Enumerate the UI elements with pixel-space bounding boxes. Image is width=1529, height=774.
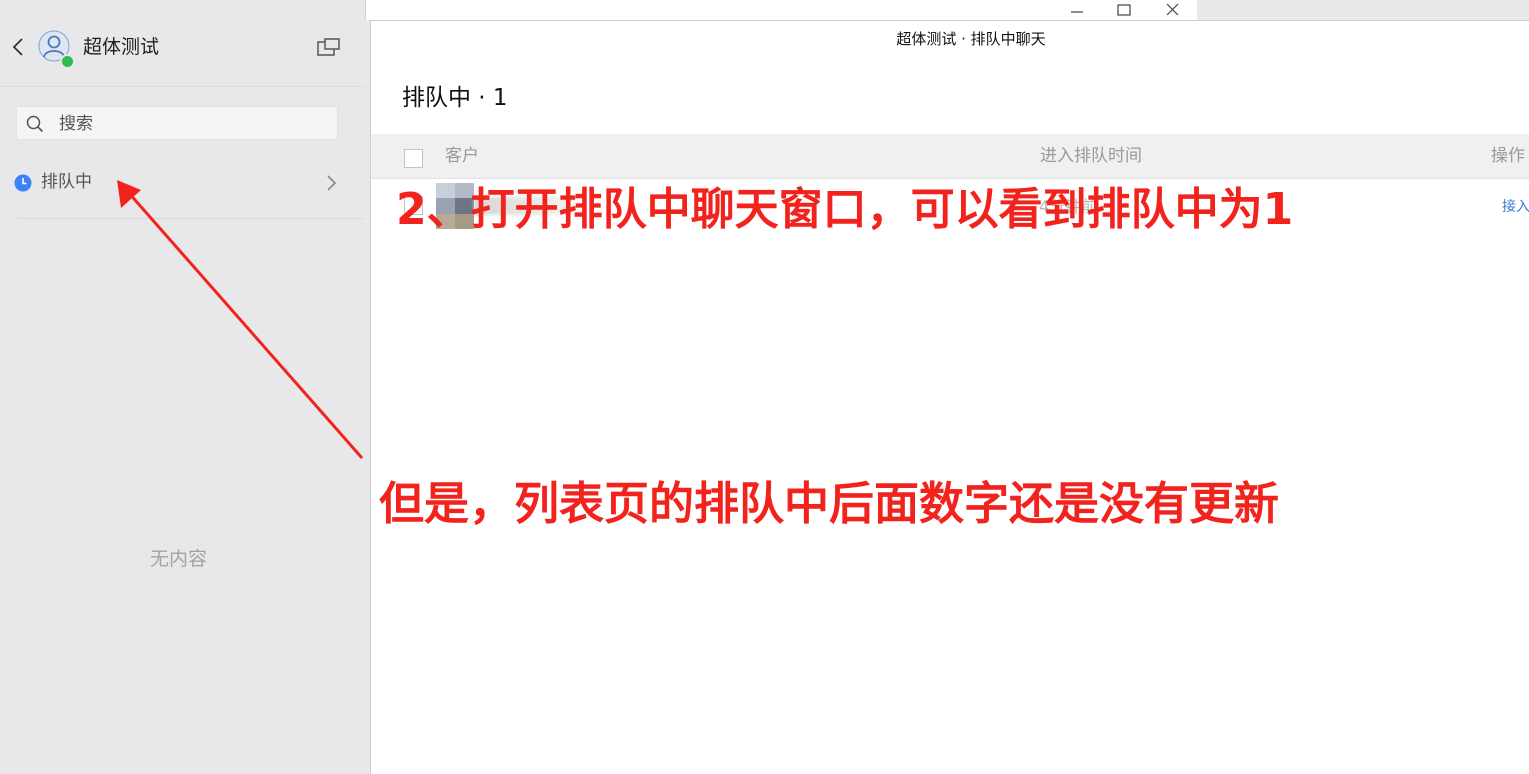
background-area [1197,0,1529,20]
sidebar-title: 超体测试 [83,36,160,58]
column-header-action: 操作 [1491,146,1525,166]
window-title-bar [365,0,1198,20]
search-icon [26,115,44,133]
minimize-icon[interactable] [1067,2,1087,18]
window-title: 超体测试 · 排队中聊天 [896,30,1046,48]
sidebar-item-label: 排队中 [41,172,92,192]
maximize-icon[interactable] [1114,2,1134,18]
table-header: 客户 进入排队时间 操作 [371,134,1529,179]
chevron-right-icon [327,175,337,191]
screen: 超体测试 排队中 无内容 [0,0,1529,774]
back-arrow-icon[interactable] [10,37,26,57]
page-title: 排队中 · 1 [402,85,508,111]
select-all-checkbox[interactable] [404,149,423,168]
queue-chat-window: 超体测试 · 排队中聊天 排队中 · 1 客户 进入排队时间 操作 4分钟前 接… [370,20,1529,774]
empty-state-text: 无内容 [149,548,207,570]
sidebar-item-queue[interactable]: 排队中 [0,162,365,204]
clock-icon [14,174,32,192]
sidebar-header: 超体测试 [0,0,365,87]
search-box[interactable] [16,106,338,140]
accept-button[interactable]: 接入 [1502,198,1529,216]
annotation-text-1: 2、打开排队中聊天窗口，可以看到排队中为1 [396,184,1294,235]
sidebar: 超体测试 排队中 无内容 [0,0,365,774]
annotation-text-2: 但是，列表页的排队中后面数字还是没有更新 [379,477,1280,530]
new-window-icon[interactable] [316,37,342,57]
search-input[interactable] [57,110,331,138]
online-status-dot [60,54,75,69]
column-header-queue-time: 进入排队时间 [1040,146,1142,166]
column-header-customer: 客户 [445,146,479,166]
close-icon[interactable] [1163,2,1183,18]
divider [18,218,363,219]
